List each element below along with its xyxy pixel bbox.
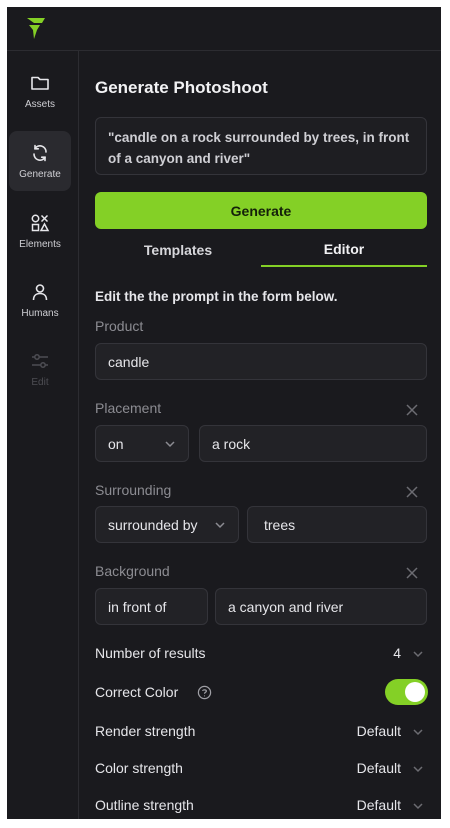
placement-value: a rock <box>212 435 251 452</box>
background-label: Background <box>95 563 170 579</box>
chevron-down-icon[interactable] <box>410 761 426 777</box>
toggle-knob <box>405 682 425 702</box>
tab-editor[interactable]: Editor <box>261 233 427 267</box>
surrounding-relation-value: surrounded by <box>108 516 198 533</box>
page-title: Generate Photoshoot <box>95 78 268 97</box>
background-relation-select[interactable]: in front of <box>95 588 208 625</box>
placement-label: Placement <box>95 400 162 416</box>
help-icon[interactable] <box>197 685 212 700</box>
placement-close-icon[interactable] <box>404 402 420 418</box>
product-value: candle <box>108 353 150 370</box>
app-logo-icon[interactable] <box>25 17 47 41</box>
color-strength-value[interactable]: Default <box>330 760 401 776</box>
correct-color-toggle[interactable] <box>385 679 428 705</box>
background-input[interactable]: a canyon and river <box>215 588 427 625</box>
product-label: Product <box>95 318 144 334</box>
main-panel: Generate Photoshoot "candle on a rock su… <box>80 51 441 819</box>
prompt-field[interactable]: "candle on a rock surrounded by trees, i… <box>95 117 427 175</box>
results-value[interactable]: 4 <box>380 645 401 661</box>
nav-edit[interactable]: Edit <box>9 339 71 399</box>
chevron-down-icon <box>165 441 175 448</box>
nav-humans[interactable]: Humans <box>9 270 71 330</box>
surrounding-relation-select[interactable]: surrounded by <box>95 506 239 543</box>
color-strength-label: Color strength <box>95 760 183 776</box>
correct-color-label: Correct Color <box>95 684 179 700</box>
render-strength-value[interactable]: Default <box>330 723 401 739</box>
surrounding-close-icon[interactable] <box>404 484 420 500</box>
nav-generate-label: Generate <box>19 168 61 180</box>
generate-button[interactable]: Generate <box>95 192 427 229</box>
nav-humans-label: Humans <box>21 307 59 319</box>
tab-templates[interactable]: Templates <box>95 233 261 267</box>
surrounding-value: trees <box>264 516 296 533</box>
nav-assets-label: Assets <box>24 98 55 110</box>
render-strength-label: Render strength <box>95 723 196 739</box>
nav-assets[interactable]: Assets <box>9 61 71 121</box>
placement-relation-select[interactable]: on <box>95 425 189 462</box>
top-bar <box>7 7 441 51</box>
editor-intro: Edit the the prompt in the form below. <box>95 289 338 304</box>
shapes-icon <box>31 214 50 231</box>
outline-strength-value[interactable]: Default <box>330 797 401 813</box>
refresh-icon <box>33 144 47 161</box>
app-frame: Assets Generate Elements Humans Edit Gen… <box>7 7 441 819</box>
chevron-down-icon <box>215 522 225 529</box>
chevron-down-icon[interactable] <box>410 798 426 814</box>
folder-icon <box>31 76 49 90</box>
outline-strength-label: Outline strength <box>95 797 194 813</box>
background-relation-value: in front of <box>108 598 167 615</box>
side-rail: Assets Generate Elements Humans Edit <box>7 51 79 819</box>
nav-generate[interactable]: Generate <box>9 131 71 191</box>
results-label: Number of results <box>95 645 206 661</box>
nav-edit-label: Edit <box>31 376 49 388</box>
chevron-down-icon[interactable] <box>410 724 426 740</box>
chevron-down-icon[interactable] <box>410 646 426 662</box>
surrounding-input[interactable]: trees <box>247 506 427 543</box>
sliders-icon <box>32 353 48 368</box>
nav-elements[interactable]: Elements <box>9 201 71 261</box>
background-value: a canyon and river <box>228 598 344 615</box>
nav-elements-label: Elements <box>19 238 61 250</box>
product-input[interactable]: candle <box>95 343 427 380</box>
background-close-icon[interactable] <box>404 565 420 581</box>
user-icon <box>32 283 48 300</box>
placement-input[interactable]: a rock <box>199 425 427 462</box>
tab-bar: Templates Editor <box>95 233 427 267</box>
surrounding-label: Surrounding <box>95 482 172 498</box>
placement-relation-value: on <box>108 435 124 452</box>
